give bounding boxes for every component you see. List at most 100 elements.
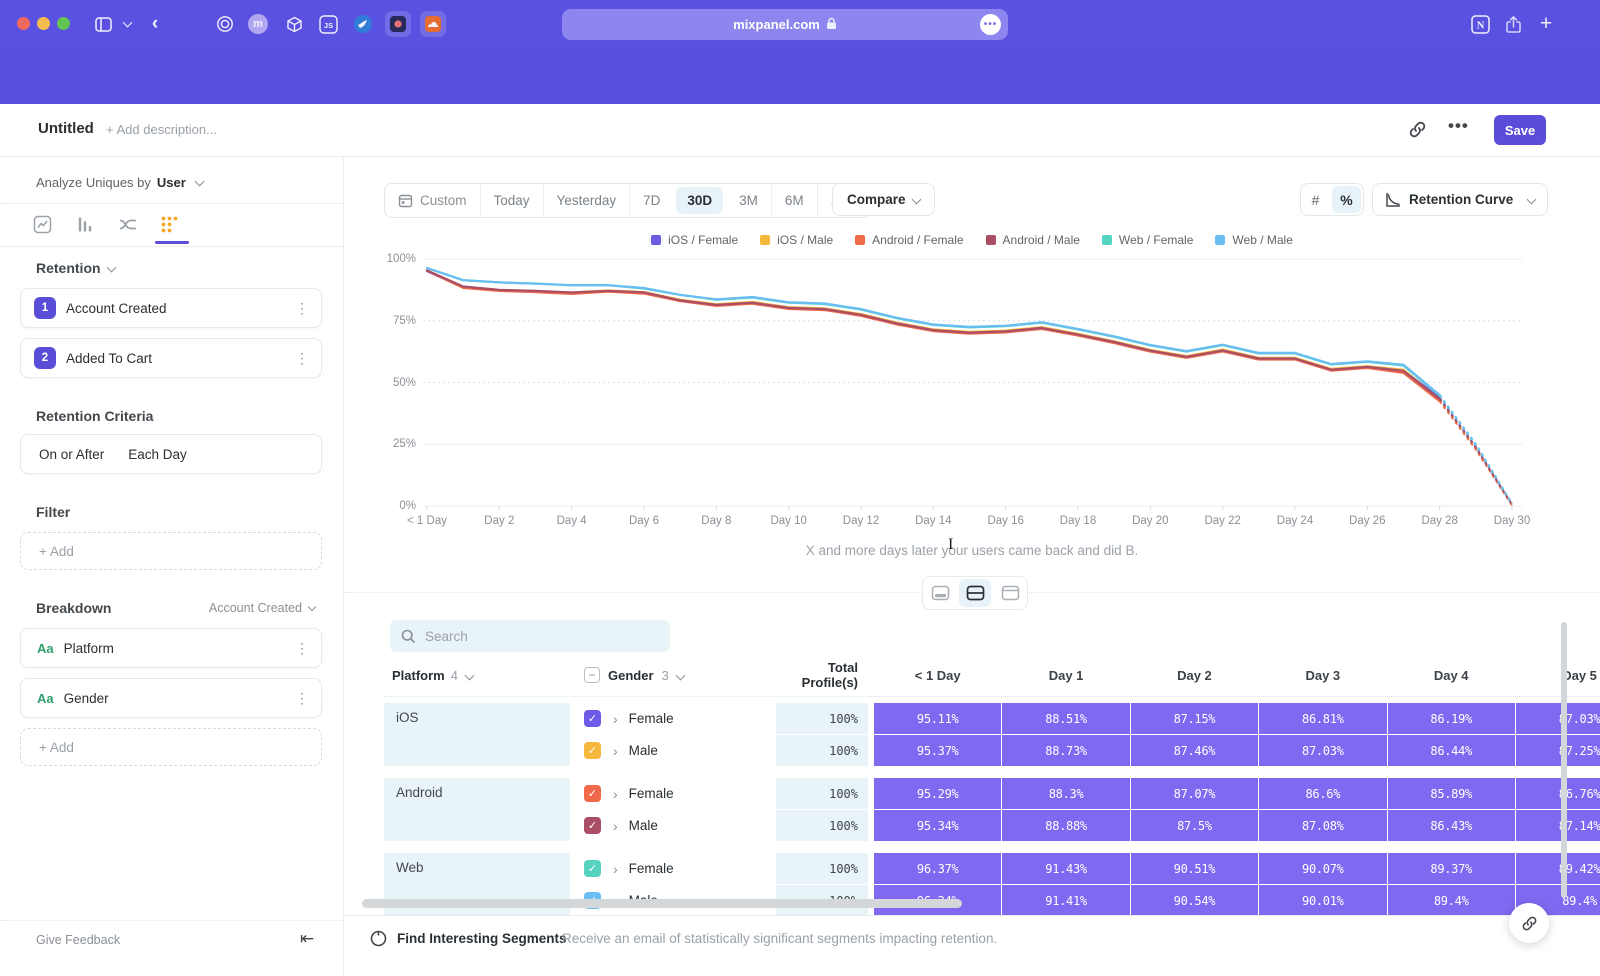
tab-funnels-icon[interactable] <box>75 215 97 237</box>
platform-group-ios: iOS✓›Female100%95.11%88.51%87.15%86.81%8… <box>384 703 1600 766</box>
retention-step-1[interactable]: 1 Account Created ⋮ <box>20 288 322 328</box>
give-feedback-link[interactable]: Give Feedback <box>36 933 120 947</box>
browser-sidebar-icon[interactable] <box>92 12 114 36</box>
retention-step-2[interactable]: 2 Added To Cart ⋮ <box>20 338 322 378</box>
range-3m[interactable]: 3M <box>726 184 771 217</box>
window-zoom-button[interactable] <box>57 17 70 30</box>
filter-add-button[interactable]: + Add <box>20 532 322 570</box>
range-today[interactable]: Today <box>480 184 543 217</box>
day-column-header[interactable]: Day 1 <box>1002 668 1129 683</box>
kebab-menu-icon[interactable]: ⋮ <box>295 300 309 317</box>
report-description-placeholder[interactable]: + Add description... <box>106 122 217 137</box>
horizontal-scrollbar[interactable] <box>362 899 962 908</box>
total-column-header[interactable]: Total Profile(s) <box>776 660 868 690</box>
more-options-icon[interactable]: ••• <box>1448 116 1469 136</box>
criteria-interval[interactable]: Each Day <box>128 447 187 462</box>
tab-retention-icon[interactable] <box>160 215 182 237</box>
expand-row-icon[interactable]: › <box>613 743 618 759</box>
range-7d[interactable]: 7D <box>629 184 673 217</box>
query-builder-sidebar: Analyze Uniques byUser Retention 1 Accou… <box>0 157 344 976</box>
collapse-sidebar-icon[interactable]: ⇤ <box>300 929 314 949</box>
breakdown-add-button[interactable]: + Add <box>20 728 322 766</box>
copy-link-icon[interactable] <box>1408 120 1427 139</box>
ext-icon-avatar-m[interactable]: m <box>248 14 268 34</box>
breakdown-item-platform[interactable]: Aa Platform ⋮ <box>20 628 322 668</box>
breakdown-item-gender[interactable]: Aa Gender ⋮ <box>20 678 322 718</box>
kebab-menu-icon[interactable]: ⋮ <box>295 350 309 367</box>
day-column-header[interactable]: Day 5 <box>1516 668 1600 683</box>
browser-dropdown-chevron-icon[interactable] <box>120 12 134 36</box>
ext-icon-soundcloud[interactable] <box>420 11 446 37</box>
series-checkbox[interactable]: ✓ <box>584 710 601 727</box>
legend-web-female[interactable]: Web / Female <box>1102 233 1193 247</box>
retention-section-header[interactable]: Retention <box>36 260 115 276</box>
view-mode-split-icon[interactable] <box>959 579 991 607</box>
day-column-header[interactable]: Day 3 <box>1259 668 1386 683</box>
segments-title[interactable]: Find Interesting Segments <box>397 931 567 946</box>
notion-extension-icon[interactable]: N <box>1469 12 1491 36</box>
kebab-menu-icon[interactable]: ⋮ <box>295 640 309 657</box>
kebab-menu-icon[interactable]: ⋮ <box>295 690 309 707</box>
legend-ios-female[interactable]: iOS / Female <box>651 233 738 247</box>
legend-ios-male[interactable]: iOS / Male <box>760 233 833 247</box>
series-checkbox[interactable]: ✓ <box>584 817 601 834</box>
series-checkbox[interactable]: ✓ <box>584 860 601 877</box>
day-column-header[interactable]: < 1 Day <box>874 668 1001 683</box>
retention-value-cell: 90.07% <box>1259 853 1386 884</box>
save-button[interactable]: Save <box>1494 115 1546 145</box>
day-column-header[interactable]: Day 4 <box>1388 668 1515 683</box>
expand-row-icon[interactable]: › <box>613 818 618 834</box>
ext-icon-bird[interactable] <box>352 12 374 36</box>
breakdown-event-dropdown[interactable]: Account Created <box>209 601 315 615</box>
tab-flows-icon[interactable] <box>118 215 140 237</box>
view-mode-chart-icon[interactable] <box>923 577 957 609</box>
range-6m[interactable]: 6M <box>771 184 817 217</box>
retention-chart[interactable] <box>344 250 1600 520</box>
retention-value-cell: 89.42% <box>1516 853 1600 884</box>
range-yesterday[interactable]: Yesterday <box>543 184 630 217</box>
unit-absolute[interactable]: # <box>1301 184 1330 215</box>
browser-back-icon[interactable]: ‹ <box>147 12 163 36</box>
report-title[interactable]: Untitled <box>38 120 94 137</box>
day-column-header[interactable]: Day 2 <box>1131 668 1258 683</box>
filter-section-header: Filter <box>36 504 70 520</box>
series-checkbox[interactable]: ✓ <box>584 742 601 759</box>
expand-row-icon[interactable]: › <box>613 711 618 727</box>
select-all-checkbox[interactable]: − <box>584 667 600 683</box>
address-bar[interactable]: mixpanel.com ••• <box>562 9 1008 40</box>
share-icon[interactable] <box>1502 12 1524 36</box>
unit-percent[interactable]: % <box>1332 186 1361 213</box>
legend-android-male[interactable]: Android / Male <box>986 233 1080 247</box>
criteria-mode[interactable]: On or After <box>39 447 104 462</box>
ext-icon-box[interactable] <box>283 12 305 36</box>
view-mode-table-icon[interactable] <box>993 577 1027 609</box>
legend-label: Android / Male <box>1003 233 1080 247</box>
platform-column-header[interactable]: Platform 4 <box>384 668 570 683</box>
table-search-input[interactable]: Search <box>390 620 670 652</box>
ext-icon-rings[interactable] <box>214 12 236 36</box>
expand-row-icon[interactable]: › <box>613 861 618 877</box>
vertical-scrollbar[interactable] <box>1561 622 1567 898</box>
window-close-button[interactable] <box>17 17 30 30</box>
tab-insights-icon[interactable] <box>33 215 55 237</box>
analyze-entity-dropdown[interactable]: User <box>157 175 186 190</box>
share-report-floating-button[interactable] <box>1509 903 1549 943</box>
legend-android-female[interactable]: Android / Female <box>855 233 963 247</box>
gender-column-header[interactable]: − Gender 3 <box>584 667 770 683</box>
site-options-icon[interactable]: ••• <box>980 14 1001 35</box>
chart-caption[interactable]: X and more days later your users came ba… <box>344 543 1600 558</box>
ext-icon-js[interactable]: JS <box>317 12 339 36</box>
chart-type-selector[interactable]: Retention Curve <box>1372 183 1548 216</box>
ext-icon-widget[interactable] <box>385 11 411 37</box>
window-minimize-button[interactable] <box>37 17 50 30</box>
new-tab-icon[interactable]: + <box>1535 12 1557 36</box>
range-30d[interactable]: 30D <box>676 187 723 214</box>
expand-row-icon[interactable]: › <box>613 786 618 802</box>
compare-button[interactable]: Compare <box>832 183 935 216</box>
legend-web-male[interactable]: Web / Male <box>1215 233 1292 247</box>
gender-label: Female <box>629 711 674 726</box>
range-custom[interactable]: Custom <box>385 184 480 217</box>
retention-value-cell: 96.37% <box>874 853 1001 884</box>
series-checkbox[interactable]: ✓ <box>584 785 601 802</box>
retention-criteria-card[interactable]: On or After Each Day <box>20 434 322 474</box>
